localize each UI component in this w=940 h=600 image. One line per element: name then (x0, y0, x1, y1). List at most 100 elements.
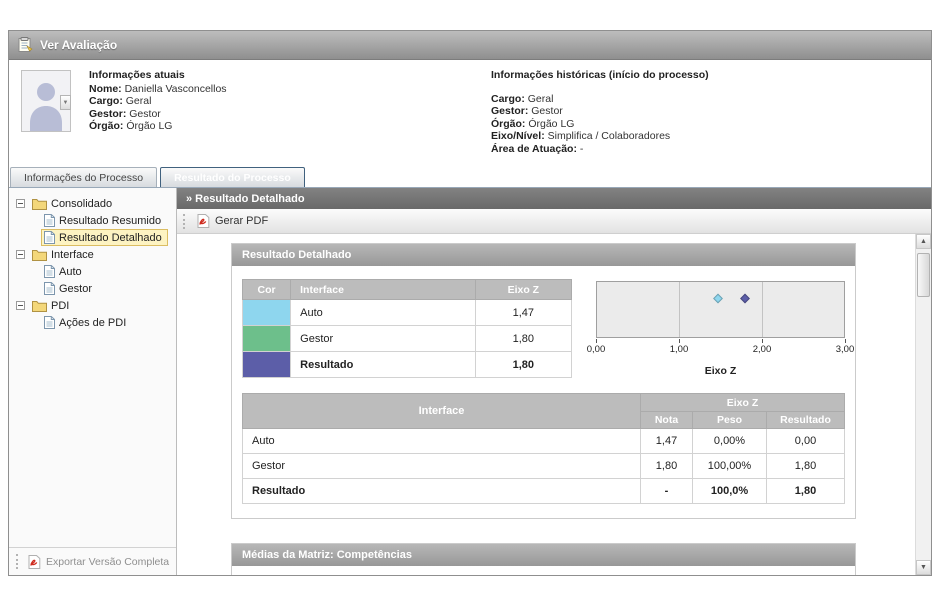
eixo-z-cell: 1,47 (475, 300, 571, 326)
tab-label: Informações do Processo (24, 172, 143, 184)
avatar-dropdown-button[interactable]: ▼ (60, 95, 71, 110)
avatar: ▼ (21, 70, 71, 132)
info-field-orgao-hist: Órgão: Órgão LG (491, 119, 709, 131)
tree-item-label: Interface (51, 249, 94, 261)
export-full-version-button[interactable]: Exportar Versão Completa (9, 547, 176, 575)
scroll-down-button[interactable]: ▼ (916, 560, 931, 575)
tree-item-acoes-de-pdi[interactable]: Ações de PDI (9, 314, 176, 331)
table-row: Auto 1,47 0,00% 0,00 (243, 429, 845, 454)
tree-item-label: Auto (59, 266, 82, 278)
window-title: Ver Avaliação (40, 38, 117, 52)
field-label: Cargo: (491, 93, 525, 105)
document-icon (44, 282, 55, 295)
axis-tick-label: 3,00 (836, 344, 855, 355)
content-header-title: » Resultado Detalhado (186, 193, 305, 205)
field-label: Área de Atuação: (491, 143, 577, 155)
toolbar-grip (183, 214, 185, 229)
color-table: Cor Interface Eixo Z Auto (242, 279, 572, 378)
tree-item-gestor[interactable]: Gestor (9, 280, 176, 297)
axis-tick-label: 1,00 (670, 344, 689, 355)
vertical-scrollbar[interactable]: ▲ ▼ (915, 234, 931, 575)
eixo-z-cell: 1,80 (475, 326, 571, 352)
col-header-peso: Peso (693, 412, 767, 429)
scroll-up-button[interactable]: ▲ (916, 234, 931, 249)
gerar-pdf-button[interactable]: Gerar PDF (190, 212, 275, 230)
chart-marker-resultado (740, 294, 750, 304)
pdf-icon (28, 555, 41, 569)
main-area: Consolidado Resultado Resumido Resultado… (9, 187, 931, 575)
tree-item-resultado-detalhado[interactable]: Resultado Detalhado (9, 229, 176, 246)
resultado-cell: 1,80 (767, 479, 845, 504)
field-label: Cargo: (89, 95, 123, 107)
tab-resultado-do-processo[interactable]: Resultado do Processo (160, 167, 305, 187)
interface-cell: Gestor (291, 326, 476, 352)
field-value: Geral (528, 93, 554, 105)
app-window: Ver Avaliação ▼ Informações atuais Nome:… (8, 30, 932, 576)
tree-item-auto[interactable]: Auto (9, 263, 176, 280)
field-label: Gestor: (89, 108, 126, 120)
peso-cell: 100,0% (693, 479, 767, 504)
content-header: » Resultado Detalhado (177, 188, 931, 209)
scroll-content: Resultado Detalhado Cor Interface Eixo Z (177, 234, 915, 575)
table-header-row: Cor Interface Eixo Z (243, 280, 572, 300)
table-header-row: Interface Eixo Z (243, 394, 845, 412)
col-header-interface: Interface (291, 280, 476, 300)
folder-icon (32, 198, 47, 210)
color-swatch-resultado (243, 352, 290, 377)
table-row: Resultado 1,80 (243, 352, 572, 378)
field-label: Órgão: (89, 120, 123, 132)
tree-item-label: Resultado Resumido (59, 215, 161, 227)
tree-item-resultado-resumido[interactable]: Resultado Resumido (9, 212, 176, 229)
col-header-resultado: Resultado (767, 412, 845, 429)
chart-plot-area (596, 281, 845, 338)
field-value: Daniella Vasconcellos (125, 83, 227, 95)
color-swatch-gestor (243, 326, 290, 351)
eixo-z-chart: 0,00 1,00 2,00 3,00 Eixo Z (596, 279, 845, 378)
panel-resultado-detalhado: Resultado Detalhado Cor Interface Eixo Z (231, 243, 856, 519)
sidebar-tree: Consolidado Resultado Resumido Resultado… (9, 188, 177, 575)
field-value: Simplifica / Colaboradores (548, 130, 671, 142)
field-value: Gestor (129, 108, 161, 120)
gerar-pdf-label: Gerar PDF (215, 215, 268, 227)
panel-title: Resultado Detalhado (232, 244, 855, 266)
tree-item-pdi[interactable]: PDI (9, 297, 176, 314)
tree-item-label: Resultado Detalhado (59, 232, 162, 244)
axis-tick-label: 0,00 (587, 344, 606, 355)
tree-item-label: Gestor (59, 283, 92, 295)
info-section: ▼ Informações atuais Nome: Daniella Vasc… (9, 60, 931, 165)
current-info-title: Informações atuais (89, 70, 491, 82)
tree-item-interface[interactable]: Interface (9, 246, 176, 263)
field-label: Eixo/Nível: (491, 130, 545, 142)
table-row: Auto 1,47 (243, 300, 572, 326)
historical-info-title: Informações históricas (início do proces… (491, 70, 709, 82)
window-titlebar: Ver Avaliação (9, 31, 931, 60)
current-info: Informações atuais Nome: Daniella Vascon… (89, 70, 491, 155)
table-row: Gestor 1,80 (243, 326, 572, 352)
info-field-orgao: Órgão: Órgão LG (89, 121, 491, 133)
collapse-icon[interactable] (16, 199, 25, 208)
field-value: Gestor (531, 105, 563, 117)
info-field-cargo-hist: Cargo: Geral (491, 94, 709, 106)
field-label: Órgão: (491, 118, 525, 130)
tree-item-consolidado[interactable]: Consolidado (9, 195, 176, 212)
col-header-nota: Nota (641, 412, 693, 429)
nota-cell: 1,80 (641, 454, 693, 479)
resultado-cell: 1,80 (767, 454, 845, 479)
field-value: Órgão LG (126, 120, 172, 132)
peso-cell: 0,00% (693, 429, 767, 454)
scrollbar-thumb[interactable] (917, 253, 930, 297)
collapse-icon[interactable] (16, 301, 25, 310)
document-icon (44, 265, 55, 278)
eixo-z-cell: 1,80 (475, 352, 571, 378)
axis-tick (679, 339, 680, 343)
color-cell (243, 300, 291, 326)
document-icon (44, 316, 55, 329)
tab-informacoes-do-processo[interactable]: Informações do Processo (10, 167, 157, 187)
field-value: - (580, 143, 584, 155)
collapse-icon[interactable] (16, 250, 25, 259)
table-row: Resultado - 100,0% 1,80 (243, 479, 845, 504)
historical-info: Informações históricas (início do proces… (491, 70, 709, 155)
nota-cell: - (641, 479, 693, 504)
folder-icon (32, 249, 47, 261)
col-header-cor: Cor (243, 280, 291, 300)
